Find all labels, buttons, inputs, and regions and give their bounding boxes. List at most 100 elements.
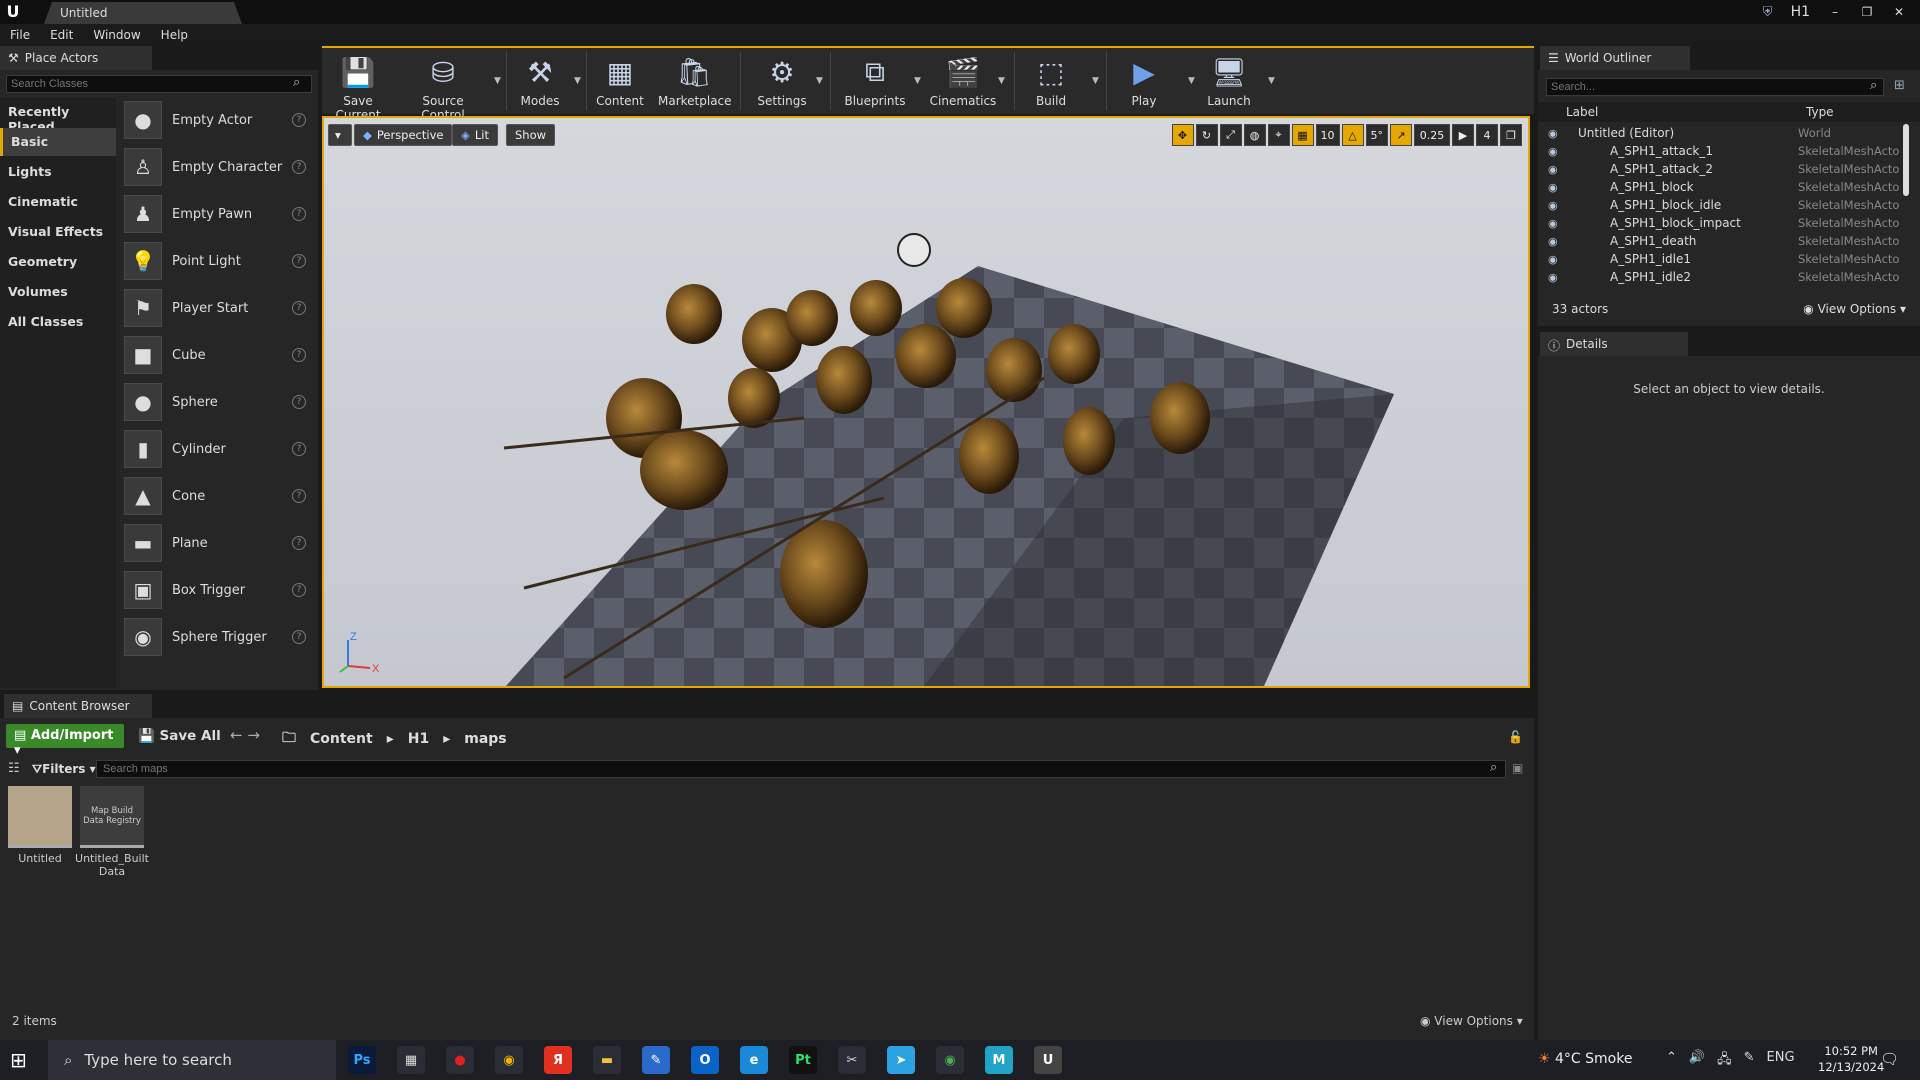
- help-icon[interactable]: ?: [292, 442, 306, 456]
- build-button[interactable]: ⬚ Build: [1024, 54, 1078, 109]
- taskbar-app-icon[interactable]: M: [985, 1046, 1013, 1074]
- search-icon[interactable]: ⌕: [293, 75, 300, 90]
- outliner-row[interactable]: ◉ A_SPH1_attack_1 SkeletalMeshActo: [1538, 142, 1900, 160]
- show-button[interactable]: Show: [506, 124, 556, 146]
- taskbar-app-icon[interactable]: Я: [544, 1046, 572, 1074]
- type-column-header[interactable]: Type: [1806, 105, 1834, 119]
- forward-arrow-icon[interactable]: →: [247, 726, 260, 744]
- save-search-icon[interactable]: ▣: [1512, 761, 1523, 775]
- visibility-eye-icon[interactable]: ◉: [1548, 127, 1562, 140]
- help-icon[interactable]: ?: [292, 348, 306, 362]
- outliner-row[interactable]: ◉ A_SPH1_attack_2 SkeletalMeshActo: [1538, 160, 1900, 178]
- actor-item[interactable]: ♟ Empty Pawn?: [120, 192, 316, 236]
- category-recently-placed[interactable]: Recently Placed: [0, 98, 116, 134]
- chevron-down-icon[interactable]: ▼: [914, 76, 921, 86]
- help-icon[interactable]: ?: [292, 301, 306, 315]
- grid-snap-value[interactable]: 10: [1315, 124, 1340, 146]
- breadcrumb-content[interactable]: Content: [310, 731, 373, 747]
- taskbar-app-icon[interactable]: ◉: [495, 1046, 523, 1074]
- details-tab[interactable]: ⓘ Details: [1540, 332, 1688, 356]
- search-icon[interactable]: ⌕: [1870, 78, 1877, 93]
- menu-window[interactable]: Window: [93, 28, 140, 42]
- translate-icon[interactable]: ✥: [1171, 124, 1194, 146]
- grid-snap-icon[interactable]: ▦: [1291, 124, 1314, 146]
- maximize-viewport-icon[interactable]: ❐: [1500, 124, 1522, 146]
- play-button[interactable]: ▶ Play: [1116, 54, 1172, 109]
- actor-item[interactable]: ♙ Empty Character?: [120, 145, 316, 189]
- taskbar-app-icon[interactable]: ➤: [887, 1046, 915, 1074]
- place-actors-tab[interactable]: ⚒ Place Actors: [0, 46, 152, 70]
- visibility-eye-icon[interactable]: ◉: [1548, 253, 1562, 266]
- sources-toggle-icon[interactable]: ☷: [8, 761, 20, 776]
- help-icon[interactable]: ?: [292, 536, 306, 550]
- taskbar-app-icon[interactable]: ◉: [936, 1046, 964, 1074]
- source-control-button[interactable]: ⛁ Source Control: [402, 54, 484, 123]
- world-space-icon[interactable]: ◍: [1243, 124, 1266, 146]
- rotation-snap-icon[interactable]: △: [1341, 124, 1364, 146]
- actor-item[interactable]: ■ Cube?: [120, 333, 316, 377]
- actor-item[interactable]: ▬ Plane?: [120, 521, 316, 565]
- category-basic[interactable]: Basic: [0, 128, 116, 156]
- actor-item[interactable]: ▲ Cone?: [120, 474, 316, 518]
- outliner-row[interactable]: ◉ Untitled (Editor) World: [1538, 124, 1900, 142]
- taskbar-app-icon[interactable]: ✂: [838, 1046, 866, 1074]
- viewport-options-button[interactable]: ▾: [328, 124, 352, 146]
- marketplace-button[interactable]: 🛍 Marketplace: [658, 54, 732, 109]
- language-indicator[interactable]: ENG: [1767, 1050, 1795, 1072]
- menu-help[interactable]: Help: [161, 28, 188, 42]
- camera-speed-icon[interactable]: ▶: [1452, 124, 1474, 146]
- document-tab[interactable]: Untitled: [44, 2, 242, 24]
- content-button[interactable]: ▦ Content: [592, 54, 648, 109]
- help-icon[interactable]: ?: [292, 583, 306, 597]
- back-arrow-icon[interactable]: ←: [230, 726, 243, 744]
- windows-start-icon[interactable]: ⊞: [10, 1048, 27, 1072]
- level-viewport[interactable]: ▾ ◆ Perspective ◈ Lit Show ✥ ↻ ⤢ ◍ ⌖ ▦ 10 …: [322, 116, 1530, 688]
- chevron-up-icon[interactable]: ⌃: [1666, 1050, 1677, 1072]
- visibility-eye-icon[interactable]: ◉: [1548, 217, 1562, 230]
- menu-file[interactable]: File: [10, 28, 30, 42]
- category-visual-effects[interactable]: Visual Effects: [0, 218, 116, 246]
- chevron-down-icon[interactable]: ▼: [816, 76, 823, 86]
- breadcrumb-maps[interactable]: maps: [464, 731, 506, 747]
- asset-tile[interactable]: Map Build Data Registry Untitled_Built D…: [74, 786, 150, 878]
- folder-icon[interactable]: 🗀: [282, 727, 296, 751]
- help-icon[interactable]: ?: [292, 113, 306, 127]
- volume-icon[interactable]: 🔊: [1689, 1050, 1705, 1072]
- asset-tile[interactable]: Untitled: [2, 786, 78, 865]
- category-all-classes[interactable]: All Classes: [0, 308, 116, 336]
- launch-button[interactable]: 🖥 Launch: [1200, 54, 1258, 109]
- save-current-button[interactable]: 💾 Save Current: [324, 54, 392, 123]
- actor-item[interactable]: ● Empty Actor?: [120, 98, 316, 142]
- help-icon[interactable]: ?: [292, 254, 306, 268]
- search-maps-input[interactable]: [96, 760, 1506, 778]
- outliner-row[interactable]: ◉ A_SPH1_death SkeletalMeshActo: [1538, 232, 1900, 250]
- outliner-scrollbar[interactable]: [1903, 124, 1909, 196]
- chevron-right-icon[interactable]: ▸: [387, 731, 394, 747]
- taskbar-app-icon[interactable]: e: [740, 1046, 768, 1074]
- minimize-icon[interactable]: –: [1828, 5, 1842, 19]
- visibility-eye-icon[interactable]: ◉: [1548, 271, 1562, 284]
- outliner-row[interactable]: ◉ A_SPH1_block SkeletalMeshActo: [1538, 178, 1900, 196]
- actor-item[interactable]: ▣ Box Trigger?: [120, 568, 316, 612]
- taskbar-app-icon[interactable]: ▬: [593, 1046, 621, 1074]
- chevron-down-icon[interactable]: ▼: [1188, 76, 1195, 86]
- perspective-button[interactable]: ◆ Perspective: [354, 124, 453, 146]
- chevron-down-icon[interactable]: ▼: [494, 76, 501, 86]
- visibility-eye-icon[interactable]: ◉: [1548, 181, 1562, 194]
- blueprints-button[interactable]: ⧉ Blueprints: [838, 54, 912, 108]
- pen-icon[interactable]: ✎: [1744, 1050, 1755, 1072]
- maximize-icon[interactable]: ❐: [1860, 5, 1874, 19]
- settings-button[interactable]: ⚙ Settings: [750, 54, 814, 109]
- label-column-header[interactable]: Label: [1566, 105, 1806, 119]
- chevron-right-icon[interactable]: ▸: [443, 731, 450, 747]
- taskbar-app-icon[interactable]: Pt: [789, 1046, 817, 1074]
- breadcrumb-h1[interactable]: H1: [408, 731, 429, 747]
- scale-snap-icon[interactable]: ↗: [1390, 124, 1412, 146]
- outliner-search-input[interactable]: [1546, 78, 1884, 96]
- outliner-row[interactable]: ◉ A_SPH1_idle1 SkeletalMeshActo: [1538, 250, 1900, 268]
- surface-snap-icon[interactable]: ⌖: [1267, 124, 1290, 146]
- outliner-view-options[interactable]: ◉ View Options ▾: [1803, 302, 1906, 316]
- scale-snap-value[interactable]: 0.25: [1414, 124, 1450, 146]
- actor-item[interactable]: ◉ Sphere Trigger?: [120, 615, 316, 659]
- taskbar-app-icon[interactable]: O: [691, 1046, 719, 1074]
